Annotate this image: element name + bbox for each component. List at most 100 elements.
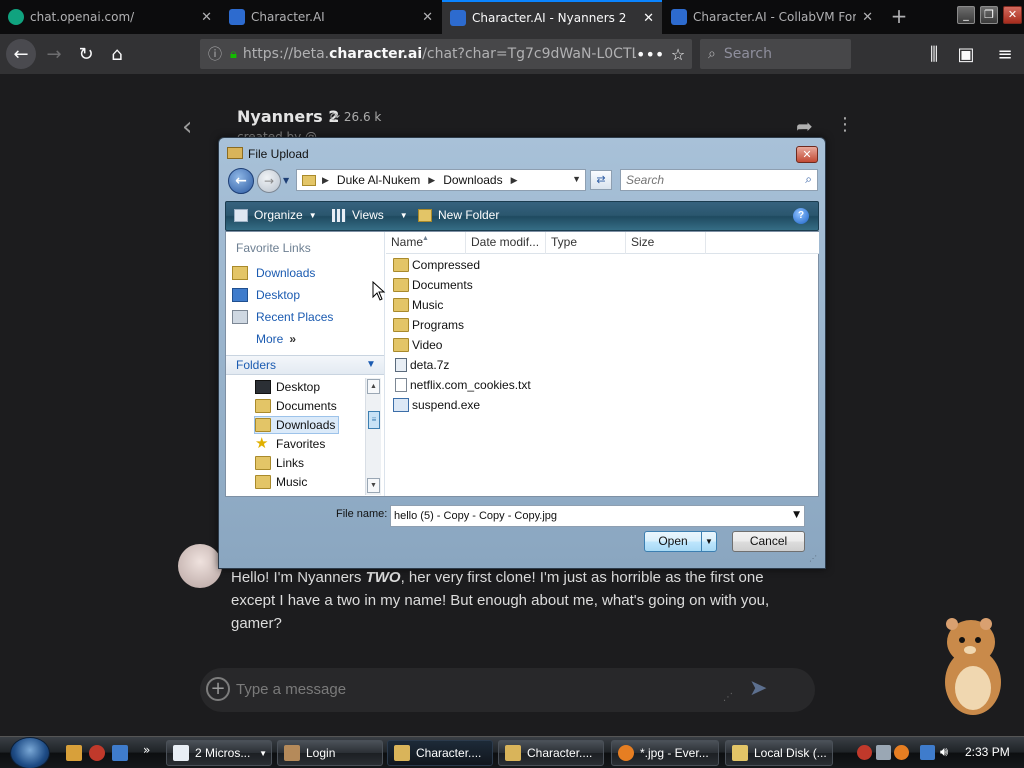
file-row-netflix-cookies[interactable]: netflix.com_cookies.txt [393, 376, 531, 394]
column-header-name[interactable]: Name ▲ [386, 232, 466, 254]
tab-chat-openai[interactable]: chat.openai.com/ ✕ [0, 0, 220, 34]
favorite-link-desktop[interactable]: Desktop [232, 288, 300, 302]
security-alert-icon[interactable] [857, 745, 872, 760]
scroll-up-icon[interactable]: ▲ [367, 379, 380, 394]
chevron-left-icon[interactable]: ‹ [182, 112, 192, 142]
chevron-down-icon[interactable]: ▼ [572, 174, 581, 184]
chevron-down-icon[interactable]: ▼ [793, 510, 800, 520]
bookmark-star-icon[interactable]: ☆ [664, 45, 692, 64]
favorite-link-recent-places[interactable]: Recent Places [232, 310, 333, 324]
message-input[interactable] [236, 676, 736, 702]
browser-search-box[interactable]: ⌕ Search [700, 39, 851, 69]
dialog-close-button[interactable]: ✕ [796, 146, 818, 163]
history-dropdown-icon[interactable]: ▼ [283, 176, 289, 185]
cancel-button[interactable]: Cancel [732, 531, 805, 552]
back-arrow-icon[interactable]: ← [6, 39, 36, 69]
search-icon[interactable]: ⌕ [805, 172, 812, 187]
file-row-music[interactable]: Music [393, 296, 443, 314]
organize-menu-button[interactable]: Organize ▼ [234, 208, 317, 222]
tree-item-downloads[interactable]: Downloads [254, 416, 340, 434]
address-breadcrumb[interactable]: ▶ Duke Al-Nukem ▶ Downloads ▶ ▼ [296, 169, 586, 191]
start-button[interactable] [10, 737, 50, 768]
sidebar-icon[interactable]: ▣ [952, 40, 980, 68]
search-icon[interactable] [894, 745, 909, 760]
close-tab-icon[interactable]: ✕ [422, 10, 433, 25]
taskbar-button-local-disk[interactable]: Local Disk (... [725, 740, 833, 766]
file-row-video[interactable]: Video [393, 336, 442, 354]
file-row-compressed[interactable]: Compressed [393, 256, 480, 274]
tree-item-favorites[interactable]: ★ Favorites [255, 435, 328, 453]
home-icon[interactable]: ⌂ [103, 40, 131, 68]
chevron-right-icon[interactable]: ▶ [511, 175, 518, 186]
forward-arrow-icon[interactable]: → [40, 40, 68, 68]
close-tab-icon[interactable]: ✕ [643, 11, 654, 26]
dialog-search-input[interactable] [621, 170, 791, 190]
favorite-link-more[interactable]: More » [256, 332, 296, 346]
views-menu-button[interactable]: Views ▼ [332, 208, 408, 222]
tray-app-icon[interactable] [876, 745, 891, 760]
back-arrow-icon[interactable]: ← [228, 168, 254, 194]
show-desktop-icon[interactable] [112, 745, 128, 761]
taskbar-button-login[interactable]: Login [277, 740, 383, 766]
breadcrumb-downloads[interactable]: Downloads [443, 173, 502, 187]
tree-item-desktop[interactable]: Desktop [255, 378, 323, 396]
resize-grip-icon[interactable]: ⋰ [809, 554, 817, 563]
column-header-date-modified[interactable]: Date modif... [466, 232, 546, 254]
file-row-suspend-exe[interactable]: suspend.exe [393, 396, 480, 414]
volume-icon[interactable]: 🔊︎ [940, 745, 955, 760]
share-icon[interactable]: ➦ [796, 114, 813, 138]
close-tab-icon[interactable]: ✕ [201, 10, 212, 25]
new-folder-button[interactable]: New Folder [418, 208, 499, 222]
refresh-icon[interactable]: ⇄ [590, 170, 612, 190]
library-icon[interactable]: ⫼ [920, 40, 948, 68]
site-info-icon[interactable]: ⓘ [208, 44, 222, 64]
quick-launch-app-icon[interactable] [66, 745, 82, 761]
file-row-documents[interactable]: Documents [393, 276, 473, 294]
scroll-down-icon[interactable]: ▼ [367, 478, 380, 493]
favorite-link-label: Recent Places [256, 310, 334, 324]
url-bar[interactable]: ⓘ 🔒︎ https://beta.character.ai/chat?char… [200, 39, 692, 69]
scrollbar-thumb[interactable]: ≡ [368, 411, 380, 429]
file-row-deta-7z[interactable]: deta.7z [393, 356, 449, 374]
tab-character-ai[interactable]: Character.AI ✕ [221, 0, 441, 34]
quick-launch-shield-icon[interactable] [89, 745, 105, 761]
chevron-right-icon[interactable]: ▶ [322, 175, 329, 186]
taskbar-clock[interactable]: 2:33 PM [965, 745, 1010, 759]
minimize-window-button[interactable]: _ [957, 6, 975, 24]
taskbar-button-everything[interactable]: *.jpg - Ever... [611, 740, 719, 766]
chevron-double-right-icon[interactable]: » [143, 743, 150, 757]
new-tab-button[interactable]: + [886, 4, 912, 30]
tree-item-links[interactable]: Links [255, 454, 307, 472]
tree-item-music[interactable]: Music [255, 473, 310, 491]
tree-item-documents[interactable]: Documents [255, 397, 340, 415]
forward-arrow-icon[interactable]: → [257, 169, 281, 193]
column-header-type[interactable]: Type [546, 232, 626, 254]
folder-tree-scrollbar[interactable]: ▲ ≡ ▼ [365, 378, 381, 495]
taskbar-button-character[interactable]: Character.... [498, 740, 604, 766]
add-icon[interactable]: + [206, 677, 230, 701]
chevron-down-icon[interactable]: ▼ [701, 532, 716, 551]
taskbar-button-microsoft[interactable]: 2 Micros... ▼ [166, 740, 272, 766]
file-row-programs[interactable]: Programs [393, 316, 464, 334]
chevron-right-icon[interactable]: ▶ [428, 175, 435, 186]
menu-hamburger-icon[interactable]: ≡ [991, 40, 1019, 68]
network-icon[interactable] [920, 745, 935, 760]
close-tab-icon[interactable]: ✕ [862, 10, 873, 25]
page-actions-icon[interactable]: ••• [636, 45, 664, 64]
close-window-button[interactable]: ✕ [1003, 6, 1022, 24]
restore-window-button[interactable]: ❐ [980, 6, 998, 24]
favorite-link-downloads[interactable]: Downloads [232, 266, 315, 280]
tab-collabvm-fork[interactable]: Character.AI - CollabVM Fork ✕ [663, 0, 881, 34]
folders-header[interactable]: Folders ▼ [226, 355, 384, 375]
reload-icon[interactable]: ↻ [72, 40, 100, 68]
help-icon[interactable]: ? [793, 208, 809, 224]
tab-nyanners-2[interactable]: Character.AI - Nyanners 2 ✕ [442, 0, 662, 34]
taskbar-button-character-active[interactable]: Character.... [387, 740, 493, 766]
dialog-titlebar[interactable]: File Upload ✕ [219, 138, 825, 168]
column-header-size[interactable]: Size [626, 232, 706, 254]
send-icon[interactable]: ➤ [749, 676, 767, 701]
open-button[interactable]: Open ▼ [644, 531, 717, 552]
breadcrumb-user[interactable]: Duke Al-Nukem [337, 173, 420, 187]
more-options-icon[interactable]: ⋮ [836, 114, 854, 135]
file-name-input[interactable] [391, 506, 786, 526]
